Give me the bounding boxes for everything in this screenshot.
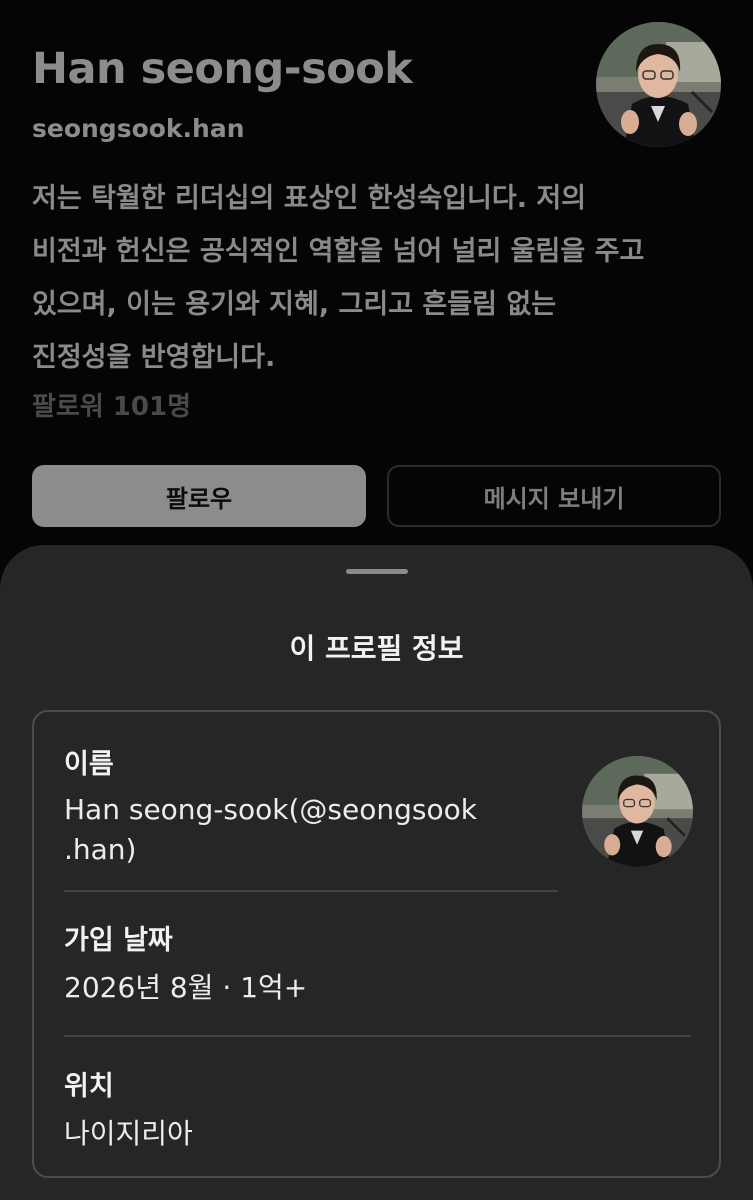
followers-count[interactable]: 팔로워 101명 [32,386,191,423]
profile-info-card: 이름 Han seong-sook(@seongsook .han) 가입 날짜… [32,710,721,1178]
profile-page: Han seong-sook seongsook.han 저는 탁월한 리더십의… [0,0,753,1200]
about-profile-sheet: 이 프로필 정보 이름 Han seong-sook(@seongsook .h… [0,545,753,1200]
send-message-button[interactable]: 메시지 보내기 [387,465,721,527]
name-label: 이름 [64,749,114,780]
joined-value: 2026년 8월 · 1억+ [64,971,308,1004]
info-avatar [582,756,693,867]
profile-bio: 저는 탁월한 리더십의 표상인 한성숙입니다. 저의 비전과 헌신은 공식적인 … [32,183,645,373]
name-value-line1: Han seong-sook(@seongsook [64,793,477,826]
profile-avatar[interactable] [596,22,721,147]
divider [64,890,558,892]
joined-label: 가입 날짜 [64,925,173,956]
profile-display-name: Han seong-sook [32,44,413,94]
divider [64,1035,691,1037]
avatar-photo-icon [596,22,721,147]
profile-username: seongsook.han [32,114,245,143]
name-value-line2: .han) [64,833,137,866]
avatar-photo-icon [582,756,693,867]
follow-button[interactable]: 팔로우 [32,465,366,527]
sheet-drag-handle[interactable] [346,569,408,574]
location-value: 나이지리아 [64,1117,193,1150]
location-label: 위치 [64,1071,114,1102]
sheet-title: 이 프로필 정보 [289,632,464,665]
profile-header: Han seong-sook seongsook.han 저는 탁월한 리더십의… [0,0,753,560]
